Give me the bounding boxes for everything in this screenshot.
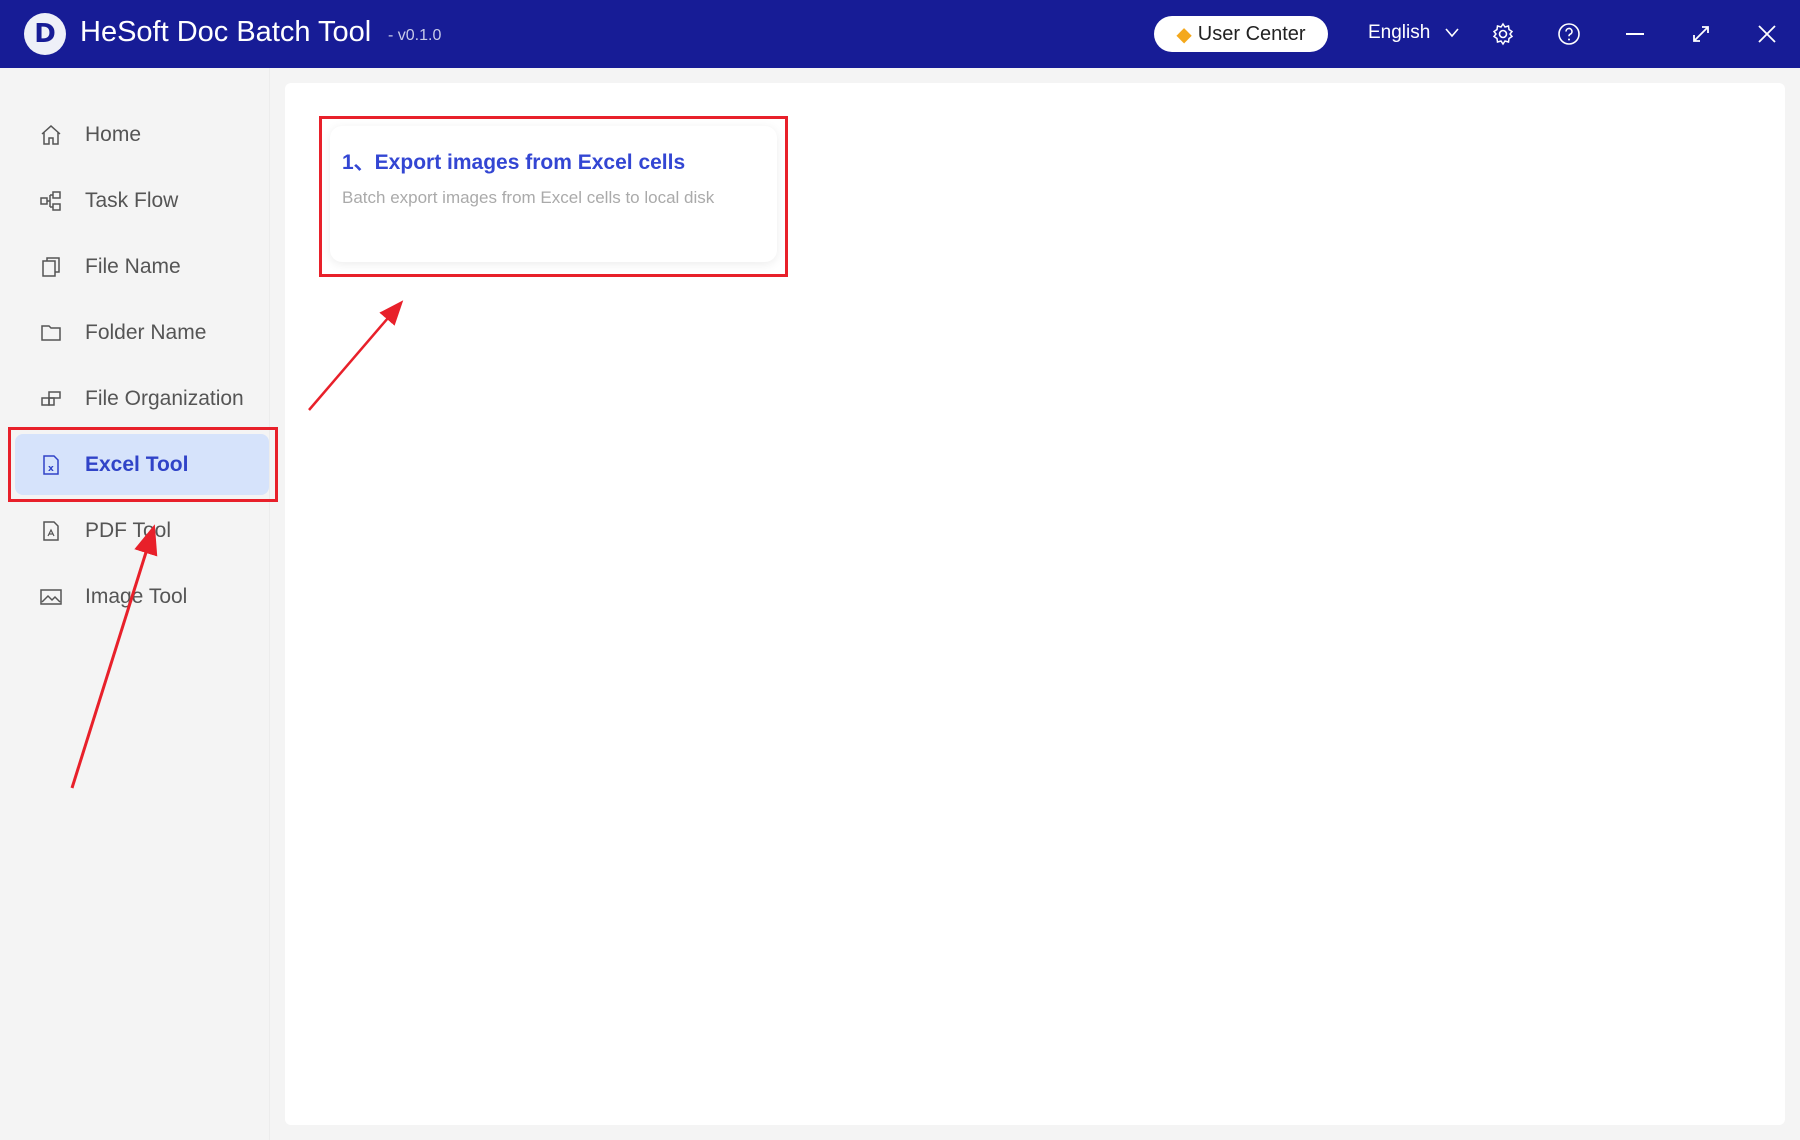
sidebar-item-file-organization[interactable]: File Organization	[15, 368, 269, 429]
sidebar-item-label: File Name	[85, 254, 181, 278]
language-select[interactable]: English	[1368, 22, 1460, 44]
close-icon[interactable]	[1751, 18, 1783, 50]
sidebar-item-pdf-tool[interactable]: PDF Tool	[15, 500, 269, 561]
sidebar-item-folder-name[interactable]: Folder Name	[15, 302, 269, 363]
sidebar-item-task-flow[interactable]: Task Flow	[15, 170, 269, 231]
sidebar-item-label: Image Tool	[85, 584, 188, 608]
excel-file-icon: x	[39, 454, 63, 476]
minimize-icon[interactable]	[1619, 18, 1651, 50]
user-center-button[interactable]: ◆ User Center	[1154, 16, 1328, 52]
sidebar-item-label: Task Flow	[85, 188, 179, 212]
title-bar: D HeSoft Doc Batch Tool - v0.1.0 ◆ User C…	[0, 0, 1800, 68]
tool-card-export-images[interactable]: 1、Export images from Excel cells Batch e…	[330, 126, 777, 262]
app-title: HeSoft Doc Batch Tool	[80, 16, 372, 48]
help-icon[interactable]	[1553, 18, 1585, 50]
file-name-icon	[39, 256, 63, 278]
home-icon	[39, 124, 63, 146]
app-version: - v0.1.0	[388, 27, 442, 44]
sidebar-item-excel-tool[interactable]: x Excel Tool	[15, 434, 269, 495]
diamond-icon: ◆	[1176, 23, 1192, 46]
settings-gear-icon[interactable]	[1487, 18, 1519, 50]
sidebar-item-label: Home	[85, 122, 142, 146]
maximize-icon[interactable]	[1685, 18, 1717, 50]
card-title: 1、Export images from Excel cells	[342, 151, 686, 174]
folder-icon	[39, 322, 63, 344]
user-center-label: User Center	[1197, 22, 1306, 45]
task-flow-icon	[39, 190, 63, 212]
logo-letter: D	[34, 19, 56, 49]
pdf-file-icon	[39, 520, 63, 542]
sidebar-item-file-name[interactable]: File Name	[15, 236, 269, 297]
image-icon	[39, 586, 63, 608]
file-organization-icon	[39, 388, 63, 410]
chevron-down-icon	[1445, 28, 1459, 38]
sidebar-item-label: Folder Name	[85, 320, 207, 344]
sidebar-item-label: File Organization	[85, 386, 244, 410]
language-label: English	[1368, 22, 1431, 43]
sidebar-item-home[interactable]: Home	[15, 104, 269, 165]
sidebar-item-label: Excel Tool	[85, 452, 189, 476]
sidebar-item-image-tool[interactable]: Image Tool	[15, 566, 269, 627]
svg-text:x: x	[48, 464, 54, 474]
sidebar-item-label: PDF Tool	[85, 518, 171, 542]
app-logo: D	[24, 13, 66, 55]
card-description: Batch export images from Excel cells to …	[342, 188, 715, 207]
